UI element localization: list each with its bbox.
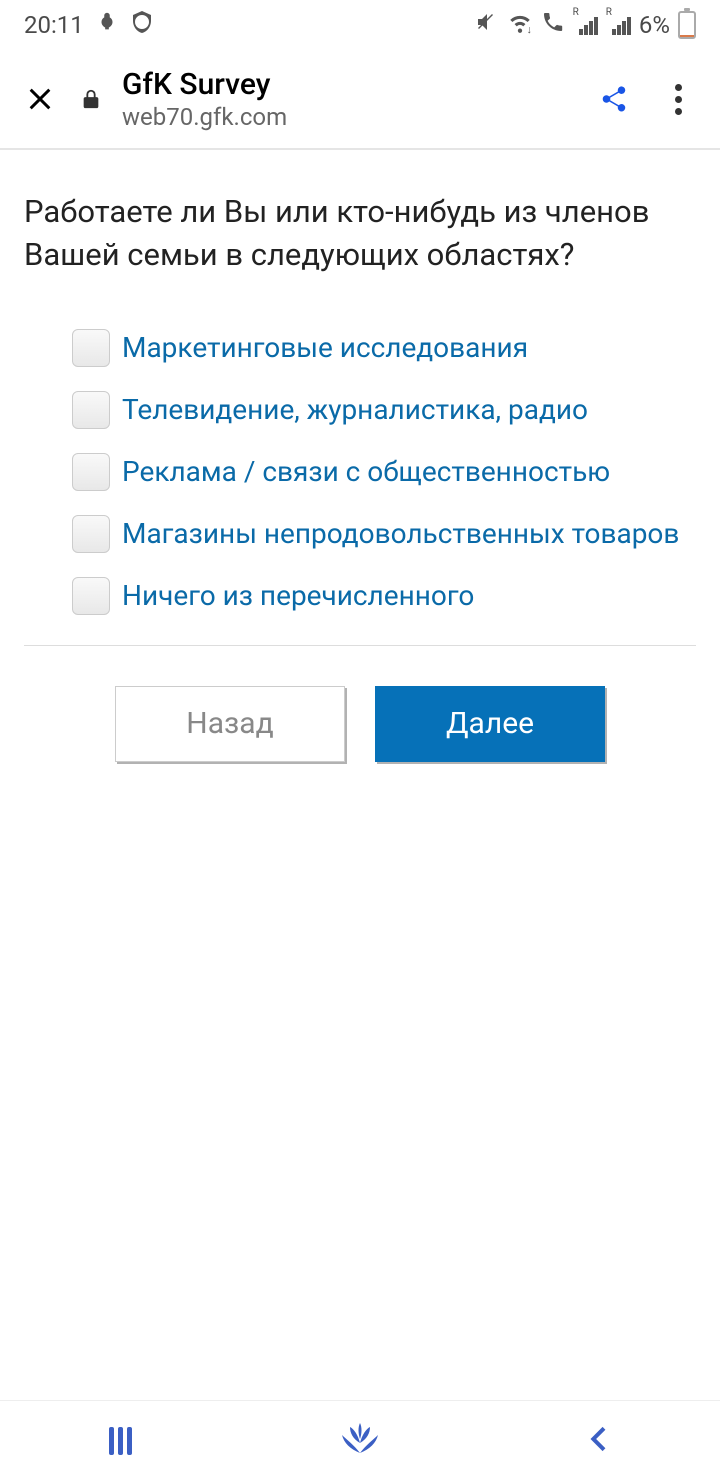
browser-bar: GfK Survey web70.gfk.com [0, 50, 720, 150]
home-button[interactable] [330, 1411, 390, 1471]
option-row[interactable]: Реклама / связи с общественностью [72, 451, 696, 491]
lock-icon [80, 88, 102, 110]
close-icon [26, 85, 54, 113]
survey-question: Работаете ли Вы или кто-нибудь из членов… [24, 190, 696, 277]
app-icon-2 [130, 10, 154, 40]
signal-icon-1 [579, 15, 598, 35]
battery-pct: 6% [639, 11, 670, 39]
wifi-icon: ↓ [507, 9, 533, 41]
chevron-left-icon [584, 1423, 616, 1459]
call-icon [541, 10, 565, 40]
status-bar: 20:11 ↓ R R 6% [0, 0, 720, 50]
url-section[interactable]: GfK Survey web70.gfk.com [122, 67, 572, 132]
back-button[interactable]: Назад [115, 686, 345, 762]
option-row[interactable]: Магазины непродовольственных товаров [72, 513, 696, 553]
option-label: Маркетинговые исследования [122, 327, 528, 367]
option-label: Телевидение, журналистика, радио [122, 389, 588, 429]
option-row[interactable]: Ничего из перечисленного [72, 575, 696, 615]
close-button[interactable] [20, 79, 60, 119]
next-button[interactable]: Далее [375, 686, 605, 762]
recents-icon [109, 1427, 132, 1455]
options-list: Маркетинговые исследования Телевидение, … [24, 327, 696, 615]
svg-text:↓: ↓ [526, 23, 531, 35]
checkbox[interactable] [72, 515, 110, 553]
option-label: Магазины непродовольственных товаров [122, 513, 679, 553]
battery-icon [678, 11, 696, 39]
checkbox[interactable] [72, 577, 110, 615]
signal-r-label-2: R [606, 7, 612, 18]
share-icon [599, 84, 629, 114]
signal-icon-2 [612, 15, 631, 35]
back-nav-button[interactable] [570, 1411, 630, 1471]
survey-nav-buttons: Назад Далее [24, 686, 696, 762]
option-row[interactable]: Телевидение, журналистика, радио [72, 389, 696, 429]
divider [24, 645, 696, 646]
option-label: Ничего из перечисленного [122, 575, 474, 615]
overflow-menu-button[interactable] [656, 77, 700, 121]
checkbox[interactable] [72, 453, 110, 491]
page-title: GfK Survey [122, 67, 572, 103]
page-url: web70.gfk.com [122, 103, 572, 132]
option-label: Реклама / связи с общественностью [122, 451, 610, 491]
app-icon-1 [96, 11, 118, 39]
mute-icon [475, 10, 499, 40]
lotus-icon [336, 1415, 384, 1467]
checkbox[interactable] [72, 391, 110, 429]
recents-button[interactable] [90, 1411, 150, 1471]
status-time: 20:11 [24, 11, 84, 39]
system-nav-bar [0, 1400, 720, 1480]
share-button[interactable] [592, 77, 636, 121]
option-row[interactable]: Маркетинговые исследования [72, 327, 696, 367]
checkbox[interactable] [72, 329, 110, 367]
more-vert-icon [675, 84, 682, 115]
survey-content: Работаете ли Вы или кто-нибудь из членов… [0, 150, 720, 1400]
signal-r-label: R [573, 7, 579, 18]
